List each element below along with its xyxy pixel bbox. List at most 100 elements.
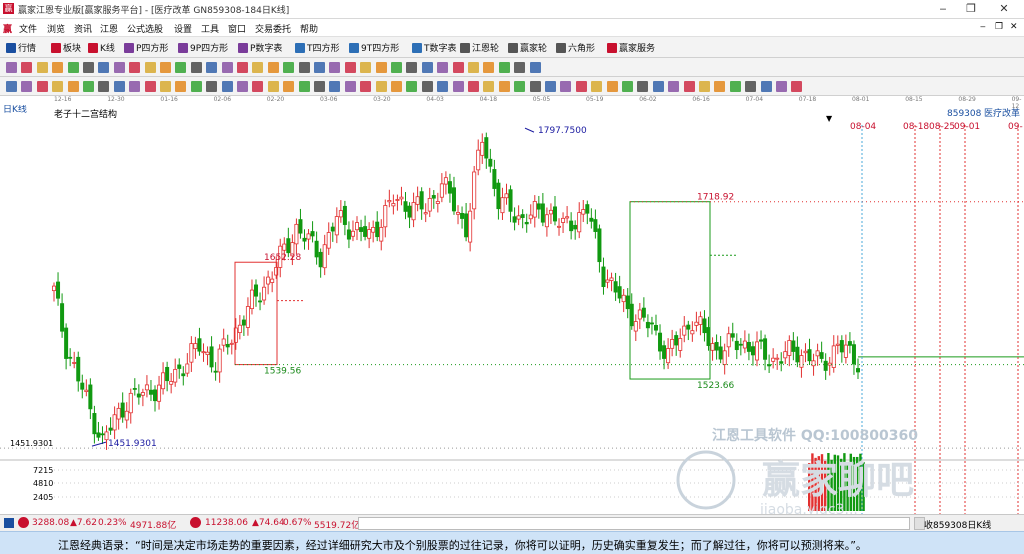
toolbar-hexagon-button[interactable]: 六角形: [556, 41, 595, 54]
inner-minimize-button[interactable]: ‒: [980, 22, 986, 32]
analysis-tool-46-icon[interactable]: [699, 81, 710, 92]
draw-tool-27-icon[interactable]: [406, 62, 418, 73]
analysis-tool-27-icon[interactable]: [406, 81, 418, 92]
analysis-tool-20-icon[interactable]: [298, 81, 310, 92]
draw-tool-16-icon[interactable]: [237, 62, 248, 73]
analysis-tool-42-icon[interactable]: [637, 81, 649, 92]
draw-tool-1-icon[interactable]: [6, 62, 17, 73]
menu-trade[interactable]: 交易委托: [255, 22, 291, 35]
draw-tool-19-icon[interactable]: [283, 62, 295, 73]
draw-tool-17-icon[interactable]: [252, 62, 264, 73]
toolbar-t-table-button[interactable]: T数字表: [412, 41, 457, 54]
draw-tool-20-icon[interactable]: [298, 62, 310, 73]
analysis-tool-4-icon[interactable]: [52, 81, 64, 92]
draw-tool-30-icon[interactable]: [452, 62, 464, 73]
toolbar-t-square-button[interactable]: T四方形: [295, 41, 340, 54]
analysis-tool-50-icon[interactable]: [760, 81, 772, 92]
analysis-tool-43-icon[interactable]: [652, 81, 664, 92]
draw-tool-35-icon[interactable]: [529, 62, 541, 73]
draw-tool-25-icon[interactable]: [375, 62, 387, 73]
kline-chart[interactable]: 日K线 老子十二宫结构 ▼ 859308 医疗改革 1797.7500 1718.…: [0, 105, 1024, 514]
analysis-tool-38-icon[interactable]: [575, 81, 587, 92]
draw-tool-22-icon[interactable]: [329, 62, 341, 73]
analysis-tool-19-icon[interactable]: [283, 81, 295, 92]
draw-tool-7-icon[interactable]: [98, 62, 110, 73]
indicator-dropdown-icon[interactable]: ▼: [826, 114, 833, 123]
inner-close-button[interactable]: ✕: [1010, 22, 1018, 32]
analysis-tool-14-icon[interactable]: [206, 81, 218, 92]
draw-tool-6-icon[interactable]: [83, 62, 94, 73]
menu-browse[interactable]: 浏览: [47, 22, 65, 35]
menu-app-icon[interactable]: 赢: [3, 22, 12, 35]
draw-tool-33-icon[interactable]: [498, 62, 510, 73]
draw-tool-2-icon[interactable]: [21, 62, 33, 73]
analysis-tool-30-icon[interactable]: [452, 81, 464, 92]
grid-icon[interactable]: [4, 518, 14, 528]
toolbar-9p-square-button[interactable]: 9P四方形: [178, 41, 228, 54]
analysis-tool-26-icon[interactable]: [391, 81, 402, 92]
toolbar-wheel-button[interactable]: 江恩轮: [460, 41, 499, 54]
analysis-tool-18-icon[interactable]: [267, 81, 279, 92]
analysis-tool-32-icon[interactable]: [483, 81, 495, 92]
analysis-tool-22-icon[interactable]: [329, 81, 341, 92]
analysis-tool-25-icon[interactable]: [375, 81, 387, 92]
analysis-tool-35-icon[interactable]: [529, 81, 541, 92]
toolbar-service-button[interactable]: 赢家服务: [607, 41, 655, 54]
draw-tool-11-icon[interactable]: [160, 62, 171, 73]
draw-tool-23-icon[interactable]: [344, 62, 356, 73]
analysis-tool-3-icon[interactable]: [36, 81, 48, 92]
draw-tool-8-icon[interactable]: [113, 62, 125, 73]
draw-tool-9-icon[interactable]: [129, 62, 141, 73]
analysis-tool-45-icon[interactable]: [683, 81, 695, 92]
analysis-tool-40-icon[interactable]: [606, 81, 618, 92]
inner-restore-button[interactable]: ❐: [995, 22, 1003, 32]
analysis-tool-31-icon[interactable]: [468, 81, 479, 92]
analysis-tool-44-icon[interactable]: [668, 81, 680, 92]
analysis-tool-23-icon[interactable]: [344, 81, 356, 92]
analysis-tool-49-icon[interactable]: [745, 81, 757, 92]
draw-tool-3-icon[interactable]: [36, 62, 48, 73]
draw-tool-31-icon[interactable]: [468, 62, 479, 73]
analysis-tool-36-icon[interactable]: [545, 81, 556, 92]
draw-tool-18-icon[interactable]: [267, 62, 279, 73]
analysis-tool-17-icon[interactable]: [252, 81, 264, 92]
toolbar-candle-button[interactable]: K线: [88, 41, 115, 54]
draw-tool-29-icon[interactable]: [437, 62, 449, 73]
toolbar-grid-button[interactable]: 行情: [6, 41, 36, 54]
analysis-tool-39-icon[interactable]: [591, 81, 603, 92]
analysis-tool-34-icon[interactable]: [514, 81, 526, 92]
analysis-tool-15-icon[interactable]: [221, 81, 233, 92]
draw-tool-28-icon[interactable]: [421, 62, 433, 73]
menu-file[interactable]: 文件: [19, 22, 37, 35]
analysis-tool-10-icon[interactable]: [144, 81, 156, 92]
draw-tool-21-icon[interactable]: [314, 62, 325, 73]
analysis-tool-48-icon[interactable]: [729, 81, 741, 92]
toolbar-9t-square-button[interactable]: 9T四方形: [349, 41, 399, 54]
analysis-tool-13-icon[interactable]: [190, 81, 202, 92]
menu-gann[interactable]: 江恩: [100, 22, 118, 35]
analysis-tool-8-icon[interactable]: [113, 81, 125, 92]
toolbar-blocks-button[interactable]: 板块: [51, 41, 81, 54]
draw-tool-12-icon[interactable]: [175, 62, 187, 73]
analysis-tool-2-icon[interactable]: [21, 81, 33, 92]
draw-tool-15-icon[interactable]: [221, 62, 233, 73]
analysis-tool-16-icon[interactable]: [237, 81, 248, 92]
menu-settings[interactable]: 设置: [174, 22, 192, 35]
analysis-tool-12-icon[interactable]: [175, 81, 187, 92]
draw-tool-13-icon[interactable]: [190, 62, 202, 73]
analysis-tool-7-icon[interactable]: [98, 81, 110, 92]
horizontal-scrollbar[interactable]: [358, 517, 910, 530]
analysis-tool-41-icon[interactable]: [622, 81, 633, 92]
draw-tool-32-icon[interactable]: [483, 62, 495, 73]
analysis-tool-6-icon[interactable]: [83, 81, 94, 92]
analysis-tool-29-icon[interactable]: [437, 81, 449, 92]
draw-tool-24-icon[interactable]: [360, 62, 372, 73]
analysis-tool-11-icon[interactable]: [160, 81, 171, 92]
analysis-tool-24-icon[interactable]: [360, 81, 372, 92]
toolbar-wheel2-button[interactable]: 赢家轮: [508, 41, 547, 54]
analysis-tool-47-icon[interactable]: [714, 81, 726, 92]
draw-tool-5-icon[interactable]: [67, 62, 79, 73]
analysis-tool-33-icon[interactable]: [498, 81, 510, 92]
analysis-tool-21-icon[interactable]: [314, 81, 325, 92]
draw-tool-4-icon[interactable]: [52, 62, 64, 73]
